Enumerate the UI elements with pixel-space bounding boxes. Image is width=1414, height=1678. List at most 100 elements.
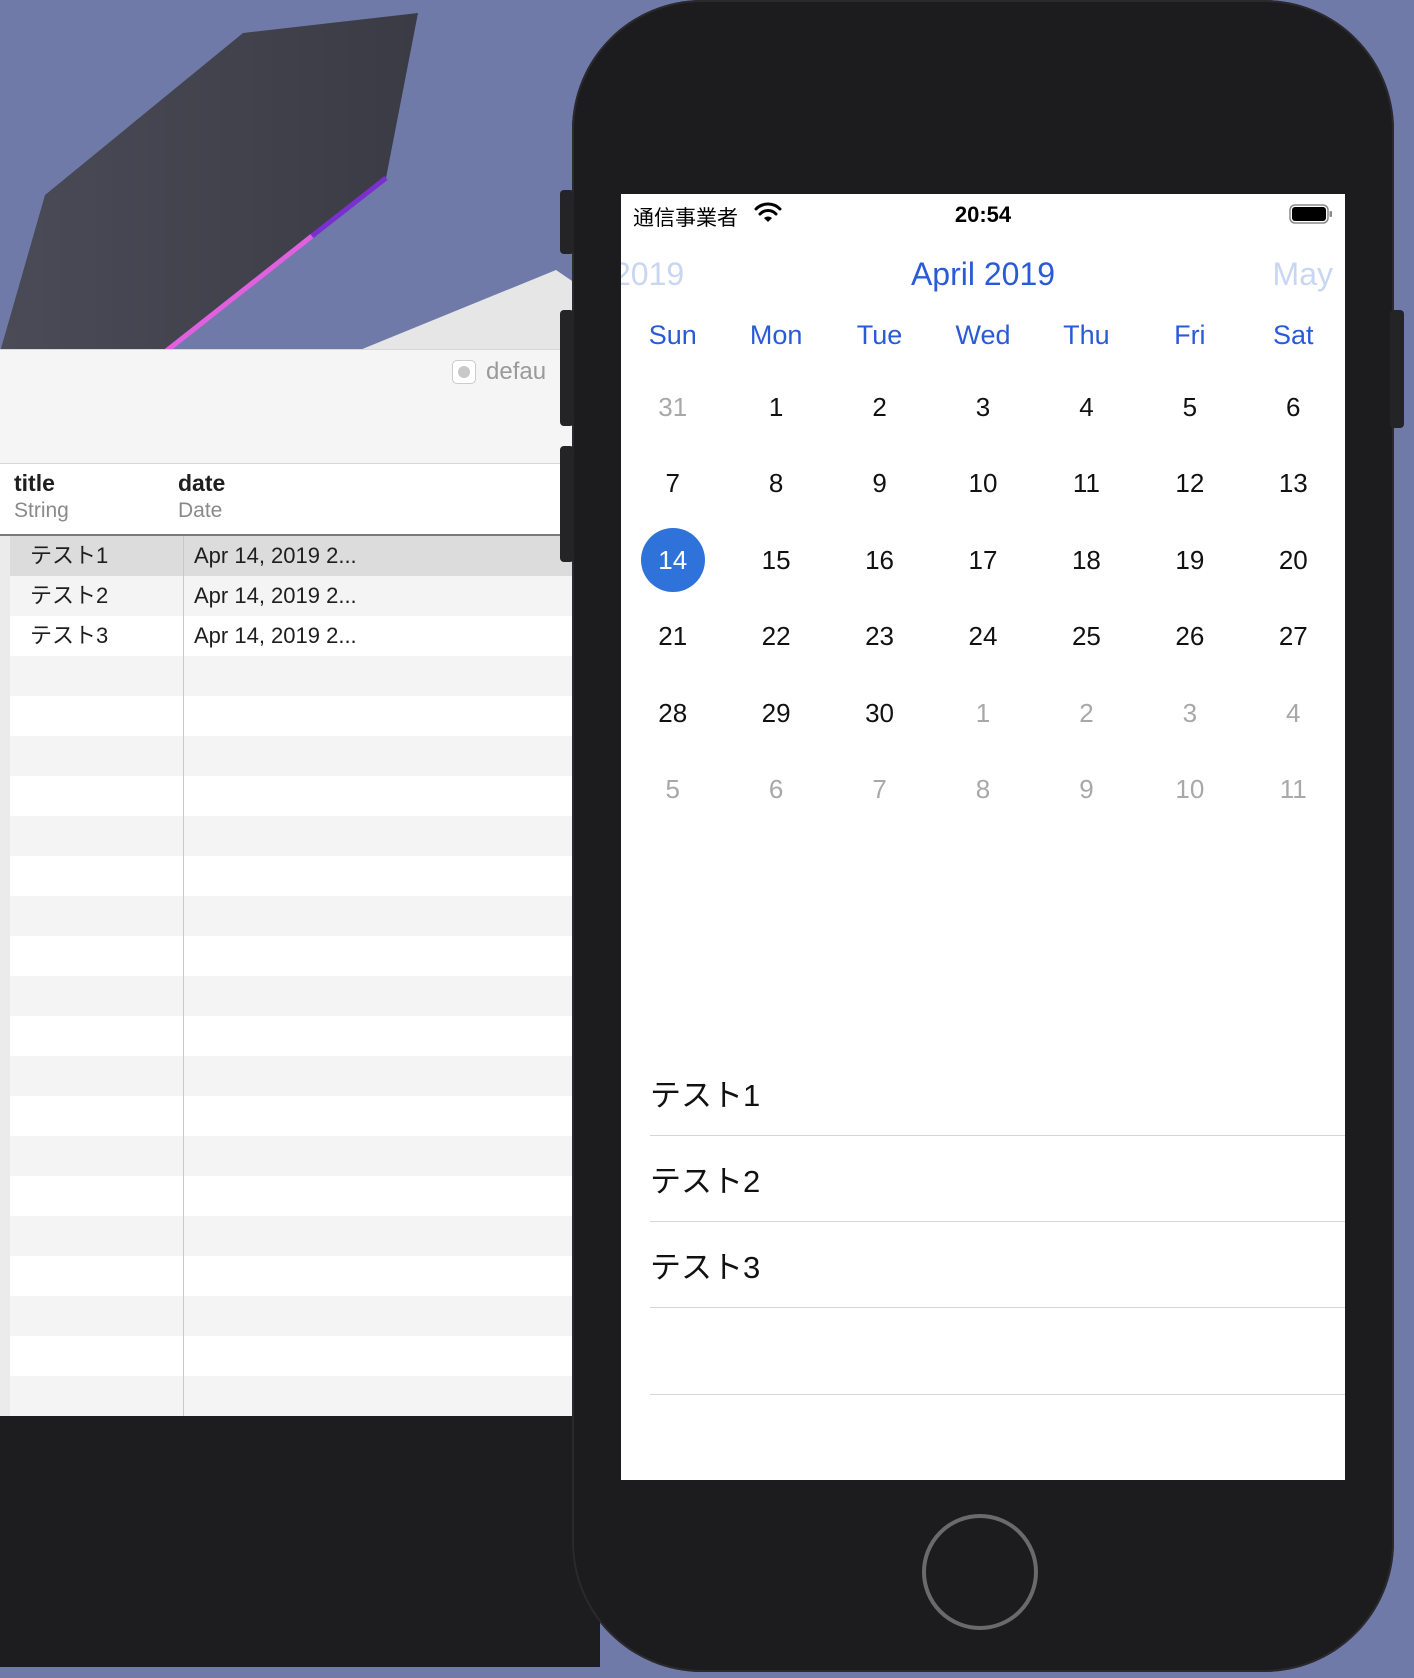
calendar-day[interactable]: 2	[828, 369, 931, 446]
event-list-item[interactable]: テスト3	[650, 1222, 1345, 1308]
empty-row	[0, 1216, 580, 1256]
desktop-dark-area	[0, 1412, 600, 1667]
browser-toolbar: defau	[0, 350, 580, 464]
calendar-day[interactable]: 7	[621, 446, 724, 523]
status-time: 20:54	[954, 202, 1012, 227]
column-type: String	[14, 499, 69, 522]
empty-row	[0, 936, 580, 976]
calendar-day[interactable]: 18	[1035, 522, 1138, 599]
empty-row	[0, 696, 580, 736]
calendar-day[interactable]: 30	[828, 675, 931, 752]
empty-row	[0, 1296, 580, 1336]
empty-row	[0, 1096, 580, 1136]
cell-date[interactable]: Apr 14, 2019 2...	[184, 536, 580, 576]
calendar-day[interactable]: 1	[724, 369, 827, 446]
volume-down-button	[560, 446, 574, 562]
calendar-day[interactable]: 16	[828, 522, 931, 599]
weekday-label: Tue	[856, 320, 903, 350]
filter-control[interactable]: defau	[452, 358, 546, 386]
cell-title[interactable]: テスト2	[10, 576, 184, 616]
weekday-row: Sun Mon Tue Wed Thu Fri Sat	[621, 320, 1345, 351]
weekday-label: Sat	[1272, 320, 1314, 350]
calendar-day-selected[interactable]: 14	[621, 522, 724, 599]
calendar-day[interactable]: 3	[931, 369, 1034, 446]
calendar-day[interactable]: 25	[1035, 599, 1138, 676]
calendar-day[interactable]: 19	[1138, 522, 1241, 599]
column-header-title[interactable]: title String	[0, 464, 174, 534]
weekday-label: Mon	[749, 320, 803, 350]
calendar-day[interactable]: 26	[1138, 599, 1241, 676]
calendar-day[interactable]: 9	[828, 446, 931, 523]
calendar-day[interactable]: 8	[724, 446, 827, 523]
empty-row	[0, 776, 580, 816]
empty-row	[0, 1056, 580, 1096]
table-row[interactable]: テスト3 Apr 14, 2019 2...	[0, 616, 580, 656]
calendar-day[interactable]: 1	[931, 675, 1034, 752]
calendar-day[interactable]: 10	[1138, 752, 1241, 829]
calendar-day[interactable]: 7	[828, 752, 931, 829]
calendar-day[interactable]: 10	[931, 446, 1034, 523]
silent-switch	[560, 190, 574, 254]
calendar-day[interactable]: 5	[621, 752, 724, 829]
calendar-day[interactable]: 28	[621, 675, 724, 752]
calendar-day[interactable]: 20	[1242, 522, 1345, 599]
calendar-day[interactable]: 2	[1035, 675, 1138, 752]
status-bar: 通信事業者 20:54	[621, 194, 1345, 238]
calendar-day[interactable]: 31	[621, 369, 724, 446]
calendar-day[interactable]: 24	[931, 599, 1034, 676]
column-name: title	[14, 470, 55, 496]
calendar-day[interactable]: 6	[1242, 369, 1345, 446]
next-month[interactable]: May	[1273, 256, 1333, 293]
filter-label: defau	[486, 358, 547, 385]
calendar-day[interactable]: 22	[724, 599, 827, 676]
column-header-date[interactable]: date Date	[174, 464, 580, 534]
power-button	[1390, 310, 1404, 428]
weekday-label: Thu	[1063, 320, 1110, 350]
calendar-day[interactable]: 3	[1138, 675, 1241, 752]
calendar-day[interactable]: 15	[724, 522, 827, 599]
weekday-label: Sun	[648, 320, 697, 350]
event-list-item[interactable]: テスト2	[650, 1136, 1345, 1222]
calendar-day[interactable]: 9	[1035, 752, 1138, 829]
table-body: テスト1 Apr 14, 2019 2... テスト2 Apr 14, 2019…	[0, 536, 580, 1416]
calendar-day[interactable]: 29	[724, 675, 827, 752]
calendar-day[interactable]: 11	[1035, 446, 1138, 523]
event-list-item[interactable]: テスト1	[650, 1050, 1345, 1136]
cell-date[interactable]: Apr 14, 2019 2...	[184, 616, 580, 656]
calendar-day[interactable]: 12	[1138, 446, 1241, 523]
calendar-day[interactable]: 8	[931, 752, 1034, 829]
calendar-day[interactable]: 5	[1138, 369, 1241, 446]
radio-icon[interactable]	[452, 360, 476, 384]
cell-date[interactable]: Apr 14, 2019 2...	[184, 576, 580, 616]
cell-title[interactable]: テスト1	[10, 536, 184, 576]
calendar-day[interactable]: 4	[1035, 369, 1138, 446]
calendar-day[interactable]: 6	[724, 752, 827, 829]
calendar-day[interactable]: 4	[1242, 675, 1345, 752]
calendar-day[interactable]: 13	[1242, 446, 1345, 523]
volume-up-button	[560, 310, 574, 426]
calendar-day[interactable]: 21	[621, 599, 724, 676]
column-name: date	[178, 470, 226, 496]
weekday-label: Fri	[1174, 320, 1206, 350]
empty-row	[0, 1336, 580, 1376]
row-gutter	[0, 536, 10, 1416]
weekday-label: Wed	[955, 320, 1011, 350]
month-header: 2019 April 2019 May	[621, 256, 1345, 306]
empty-row	[0, 736, 580, 776]
empty-row	[0, 896, 580, 936]
empty-list-row	[650, 1308, 1345, 1395]
column-type: Date	[178, 499, 223, 522]
empty-row	[0, 1136, 580, 1176]
desktop-wallpaper-shape	[0, 13, 600, 354]
empty-row	[0, 976, 580, 1016]
calendar-day[interactable]: 17	[931, 522, 1034, 599]
cell-title[interactable]: テスト3	[10, 616, 184, 656]
empty-row	[0, 656, 580, 696]
calendar-day[interactable]: 11	[1242, 752, 1345, 829]
table-row[interactable]: テスト1 Apr 14, 2019 2...	[0, 536, 580, 576]
table-row[interactable]: テスト2 Apr 14, 2019 2...	[0, 576, 580, 616]
calendar-day[interactable]: 23	[828, 599, 931, 676]
calendar-day[interactable]: 27	[1242, 599, 1345, 676]
home-button[interactable]	[922, 1514, 1038, 1630]
empty-row	[0, 1016, 580, 1056]
